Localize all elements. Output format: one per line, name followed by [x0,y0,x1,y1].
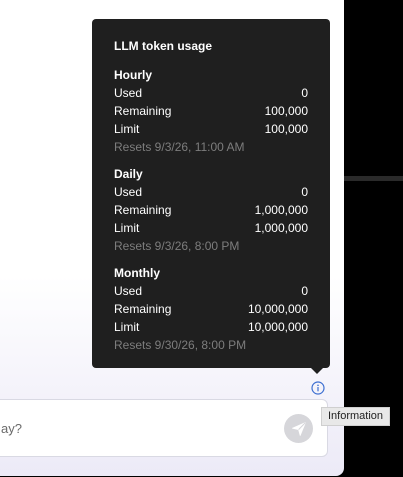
section-title: Monthly [114,266,160,280]
usage-row-value: 100,000 [264,104,308,118]
usage-row: Remaining 1,000,000 [114,201,308,219]
usage-row: Used 0 [114,84,308,102]
usage-row: Limit 100,000 [114,120,308,138]
usage-row-value: 100,000 [264,122,308,136]
usage-row-value: 1,000,000 [254,221,308,235]
chat-input-text: ay? [1,421,22,436]
usage-row-value: 0 [301,284,308,298]
chat-input[interactable]: ay? [0,399,328,457]
background-divider [344,176,403,181]
info-icon[interactable] [311,381,325,395]
usage-row: Limit 1,000,000 [114,219,308,237]
usage-row: Used 0 [114,183,308,201]
usage-row-label: Limit [114,122,140,136]
information-tooltip: Information [321,407,391,426]
usage-row-value: 10,000,000 [247,302,308,316]
usage-section-monthly: Monthly Used 0 Remaining 10,000,000 Limi… [114,264,308,354]
usage-section-daily: Daily Used 0 Remaining 1,000,000 Limit 1… [114,165,308,255]
resets-text: Resets 9/30/26, 8:00 PM [114,338,247,352]
usage-row: Remaining 100,000 [114,102,308,120]
token-usage-popover: LLM token usage Hourly Used 0 Remaining … [92,19,330,374]
usage-row-label: Limit [114,221,140,235]
usage-row-label: Used [114,284,143,298]
section-title: Hourly [114,68,153,82]
section-title: Daily [114,167,143,181]
send-icon [291,421,306,436]
usage-row-label: Remaining [114,203,172,217]
usage-row: Remaining 10,000,000 [114,300,308,318]
usage-section-hourly: Hourly Used 0 Remaining 100,000 Limit 10… [114,66,308,156]
info-icon-svg [311,381,325,395]
popover-title: LLM token usage [114,39,213,53]
usage-row: Limit 10,000,000 [114,318,308,336]
send-button[interactable] [284,414,313,443]
usage-row-value: 0 [301,185,308,199]
app-stage: LLM token usage Hourly Used 0 Remaining … [0,0,403,477]
usage-row-value: 1,000,000 [254,203,308,217]
usage-row-label: Used [114,86,143,100]
usage-row-label: Remaining [114,104,172,118]
usage-row-label: Remaining [114,302,172,316]
resets-text: Resets 9/3/26, 11:00 AM [114,140,245,154]
usage-row-value: 0 [301,86,308,100]
usage-row-label: Used [114,185,143,199]
usage-row: Used 0 [114,282,308,300]
usage-row-value: 10,000,000 [247,320,308,334]
resets-text: Resets 9/3/26, 8:00 PM [114,239,240,253]
usage-row-label: Limit [114,320,140,334]
